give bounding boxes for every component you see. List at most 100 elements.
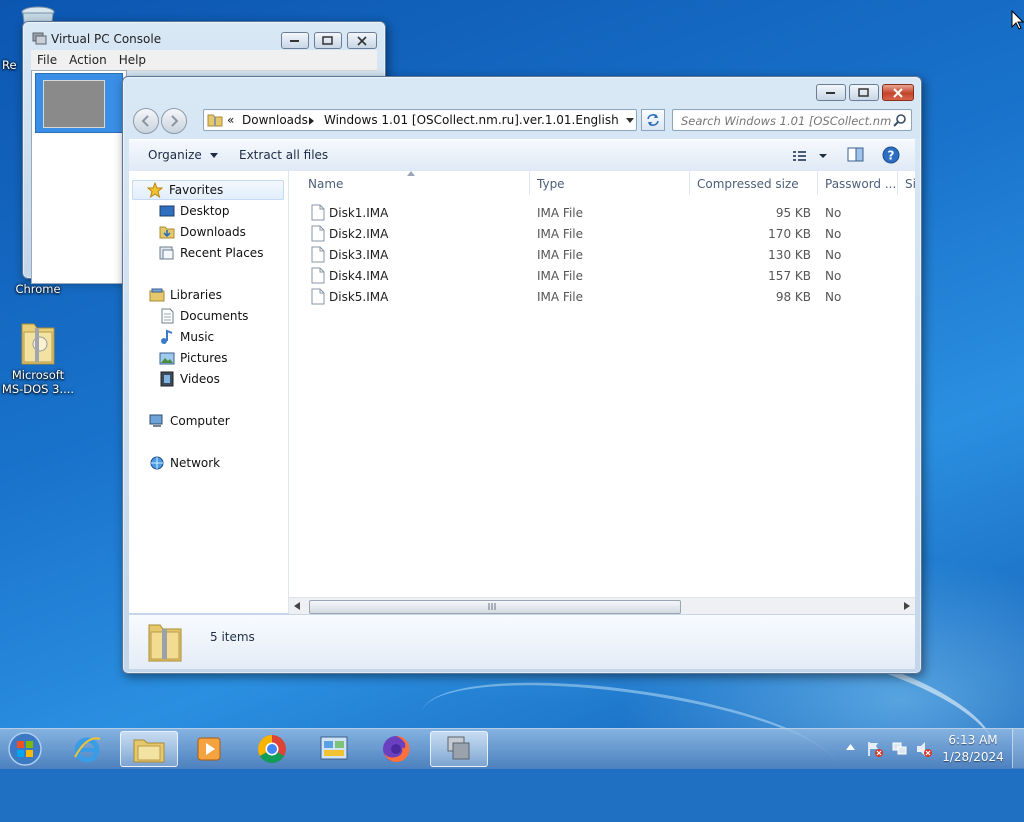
file-icon bbox=[311, 267, 325, 284]
explorer-window[interactable]: « Downloads Windows 1.01 [OSCollect.nm.r… bbox=[122, 76, 922, 674]
column-divider[interactable] bbox=[529, 171, 530, 195]
file-type: IMA File bbox=[537, 227, 583, 241]
taskbar-media-player[interactable] bbox=[180, 731, 238, 767]
zip-folder-icon bbox=[148, 624, 182, 662]
recent-places-icon bbox=[159, 246, 174, 260]
search-icon[interactable] bbox=[893, 113, 907, 127]
item-count: 5 items bbox=[210, 630, 255, 644]
computer-icon bbox=[149, 414, 163, 427]
view-options-button[interactable] bbox=[792, 148, 832, 164]
breadcrumb-arrow-icon[interactable] bbox=[309, 117, 315, 125]
table-row[interactable]: Disk3.IMA IMA File 130 KB No bbox=[289, 244, 915, 265]
forward-arrow-icon bbox=[171, 115, 179, 127]
action-center-flag-icon[interactable] bbox=[866, 740, 884, 758]
svg-text:?: ? bbox=[888, 149, 895, 163]
grip-icon bbox=[488, 603, 496, 610]
forward-button[interactable] bbox=[161, 108, 187, 134]
file-name: Disk1.IMA bbox=[329, 206, 389, 220]
column-header-name[interactable]: Name bbox=[308, 177, 343, 191]
desktop-icon bbox=[159, 205, 175, 217]
taskbar bbox=[0, 728, 1024, 769]
file-name: Disk4.IMA bbox=[329, 269, 389, 283]
table-row[interactable]: Disk2.IMA IMA File 170 KB No bbox=[289, 223, 915, 244]
column-divider[interactable] bbox=[817, 171, 818, 195]
table-row[interactable]: Disk4.IMA IMA File 157 KB No bbox=[289, 265, 915, 286]
show-desktop-button[interactable] bbox=[1012, 729, 1024, 768]
network-status-icon[interactable] bbox=[891, 740, 909, 758]
file-icon bbox=[311, 288, 325, 305]
file-type: IMA File bbox=[537, 206, 583, 220]
firefox-icon bbox=[383, 735, 410, 762]
table-row[interactable]: Disk5.IMA IMA File 98 KB No bbox=[289, 286, 915, 307]
windows-explorer-icon bbox=[133, 739, 165, 763]
refresh-button[interactable] bbox=[641, 109, 665, 131]
minimize-button[interactable] bbox=[281, 32, 309, 49]
file-name: Disk5.IMA bbox=[329, 290, 389, 304]
taskbar-firefox[interactable] bbox=[367, 731, 425, 767]
file-type: IMA File bbox=[537, 269, 583, 283]
file-size: 170 KB bbox=[768, 227, 811, 241]
address-bar[interactable]: « Downloads Windows 1.01 [OSCollect.nm.r… bbox=[203, 109, 637, 131]
desktop-icon-ms-dos[interactable]: Microsoft MS-DOS 3.... bbox=[0, 318, 76, 396]
taskbar-clock[interactable]: 6:13 AM 1/28/2024 bbox=[938, 732, 1008, 766]
start-button[interactable] bbox=[6, 730, 46, 768]
help-button[interactable]: ? bbox=[881, 145, 901, 165]
table-row[interactable]: Disk1.IMA IMA File 95 KB No bbox=[289, 202, 915, 223]
volume-muted-icon[interactable] bbox=[915, 740, 933, 758]
maximize-button[interactable] bbox=[314, 32, 342, 49]
horizontal-scrollbar[interactable] bbox=[289, 597, 915, 615]
column-divider[interactable] bbox=[689, 171, 690, 195]
zip-folder-icon bbox=[207, 114, 223, 127]
file-size: 98 KB bbox=[775, 290, 811, 304]
taskbar-control-panel[interactable] bbox=[305, 731, 363, 767]
maximize-button[interactable] bbox=[849, 84, 879, 101]
close-button[interactable] bbox=[882, 84, 914, 101]
scrollbar-thumb[interactable] bbox=[309, 600, 681, 614]
breadcrumb-downloads[interactable]: Downloads bbox=[242, 113, 308, 127]
pictures-icon bbox=[159, 352, 175, 365]
menu-file[interactable]: File bbox=[31, 50, 63, 70]
back-button[interactable] bbox=[133, 108, 159, 134]
column-header-size[interactable]: Si bbox=[905, 177, 916, 191]
extract-all-files-button[interactable]: Extract all files bbox=[239, 148, 328, 162]
scroll-right-icon[interactable] bbox=[904, 602, 910, 610]
preview-pane-icon bbox=[847, 147, 864, 162]
taskbar-internet-explorer[interactable] bbox=[58, 731, 116, 767]
column-header-compressed-size[interactable]: Compressed size bbox=[697, 177, 799, 191]
search-box[interactable] bbox=[672, 109, 912, 131]
vm-list bbox=[31, 70, 127, 284]
close-button[interactable] bbox=[347, 32, 377, 49]
menu-action[interactable]: Action bbox=[63, 50, 113, 70]
downloads-folder-icon bbox=[159, 226, 175, 239]
window-title: Virtual PC Console bbox=[51, 32, 162, 46]
clock-time: 6:13 AM bbox=[948, 733, 998, 747]
file-name: Disk2.IMA bbox=[329, 227, 389, 241]
search-input[interactable] bbox=[679, 111, 893, 131]
minimize-button[interactable] bbox=[816, 84, 846, 101]
breadcrumb-overflow[interactable]: « bbox=[227, 113, 234, 127]
media-player-icon bbox=[197, 737, 221, 761]
organize-button[interactable]: Organize bbox=[148, 148, 218, 162]
breadcrumb-folder[interactable]: Windows 1.01 [OSCollect.nm.ru].ver.1.01.… bbox=[324, 113, 619, 127]
file-icon bbox=[311, 246, 325, 263]
scroll-left-icon[interactable] bbox=[294, 602, 300, 610]
internet-explorer-icon bbox=[74, 737, 101, 763]
preview-pane-button[interactable] bbox=[847, 147, 865, 163]
vm-list-item[interactable] bbox=[35, 73, 123, 133]
nav-favorites[interactable]: Favorites bbox=[132, 180, 284, 200]
column-header-password[interactable]: Password ... bbox=[825, 177, 896, 191]
taskbar-chrome[interactable] bbox=[243, 731, 301, 767]
show-hidden-icons-icon[interactable] bbox=[846, 744, 855, 750]
menu-help[interactable]: Help bbox=[113, 50, 152, 70]
taskbar-virtual-pc[interactable] bbox=[430, 731, 488, 767]
sort-ascending-icon bbox=[407, 171, 415, 176]
desktop-icon-label: Microsoft MS-DOS 3.... bbox=[1, 368, 75, 396]
star-icon bbox=[147, 182, 163, 198]
column-header-type[interactable]: Type bbox=[537, 177, 565, 191]
chevron-down-icon[interactable] bbox=[626, 118, 634, 123]
file-icon bbox=[311, 225, 325, 242]
file-password: No bbox=[825, 290, 842, 304]
column-divider[interactable] bbox=[897, 171, 898, 195]
chevron-down-icon bbox=[209, 153, 218, 158]
taskbar-windows-explorer[interactable] bbox=[120, 731, 178, 767]
